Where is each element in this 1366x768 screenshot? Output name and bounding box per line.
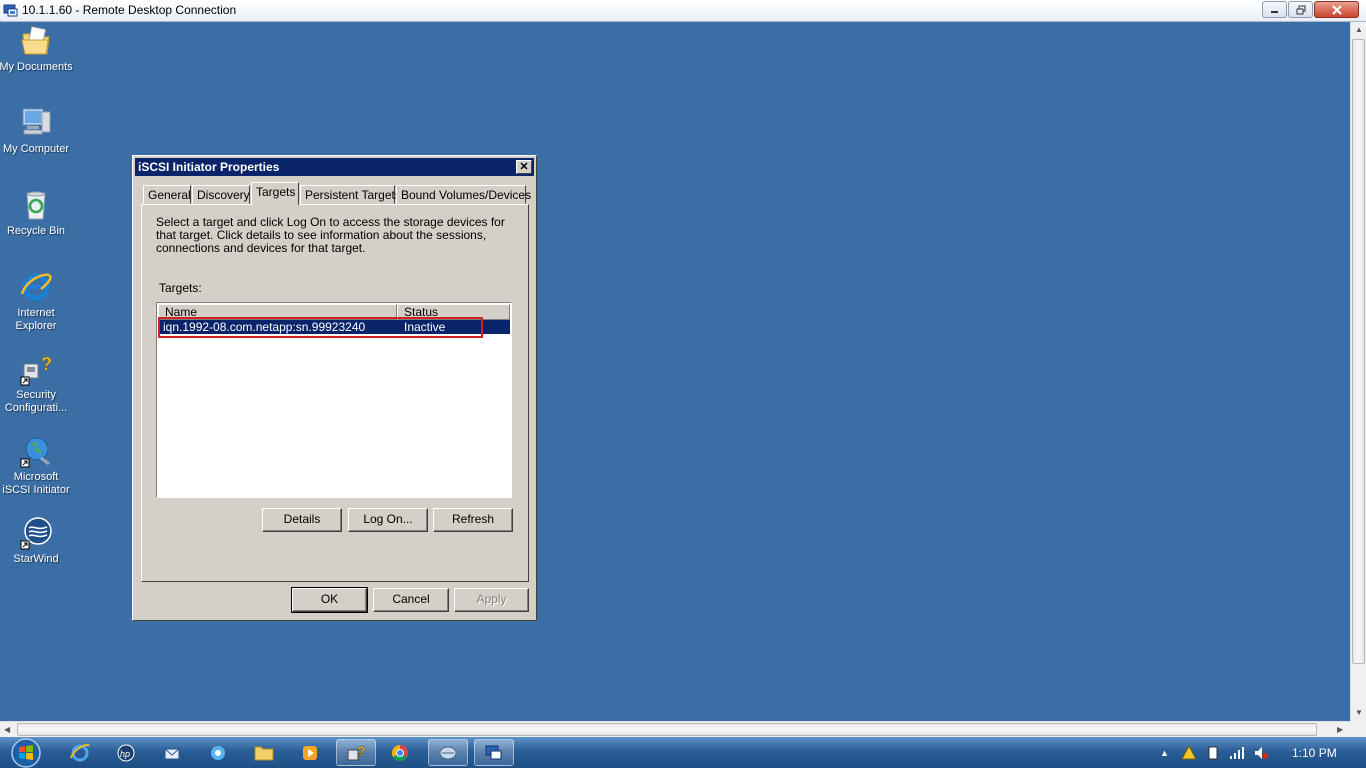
targets-label: Targets: — [159, 281, 202, 295]
internet-explorer-icon — [70, 743, 90, 761]
horizontal-scrollbar[interactable]: ◀ ▶ — [0, 721, 1350, 737]
desktop-icon-my-computer[interactable]: My Computer — [0, 106, 73, 156]
tab-discovery[interactable]: Discovery — [192, 185, 250, 204]
desktop-icon-security-configuration[interactable]: ? Security Configurati... — [0, 352, 73, 415]
vertical-scrollbar[interactable]: ▲ ▼ — [1350, 22, 1366, 721]
taskbar-media-player[interactable] — [290, 739, 330, 766]
tab-targets[interactable]: Targets — [251, 182, 299, 205]
system-tray: ▲ — [1160, 737, 1269, 768]
security-configuration-icon: ? — [20, 354, 52, 386]
vertical-scroll-thumb[interactable] — [1352, 39, 1365, 664]
desktop-icon-recycle-bin[interactable]: Recycle Bin — [0, 188, 73, 238]
apply-button: Apply — [454, 588, 529, 612]
desktop-icon-starwind[interactable]: StarWind — [0, 516, 73, 566]
recycle-bin-icon — [26, 191, 46, 220]
desktop-icon-label: My Documents — [0, 61, 73, 73]
volume-muted-icon[interactable] — [1253, 745, 1269, 761]
selection-highlight-annotation — [158, 317, 483, 338]
desktop-icon-label-line1: Microsoft — [13, 471, 59, 483]
folder-icon — [254, 746, 274, 760]
iscsi-initiator-icon — [439, 746, 457, 759]
remote-desktop-icon — [3, 4, 18, 17]
minimize-button[interactable] — [1262, 1, 1287, 18]
close-button[interactable] — [1314, 1, 1359, 18]
restore-icon — [1296, 5, 1305, 14]
taskbar-hp[interactable]: hp — [106, 739, 146, 766]
taskbar-iscsi-initiator[interactable] — [428, 739, 468, 766]
svg-text:hp: hp — [120, 749, 130, 759]
mail-icon — [164, 748, 180, 759]
details-button[interactable]: Details — [262, 508, 342, 532]
close-icon — [1331, 4, 1342, 15]
scroll-right-arrow-icon[interactable]: ▶ — [1337, 725, 1343, 734]
windows-start-icon[interactable] — [5, 737, 45, 768]
desktop-icon-my-documents[interactable]: My Documents — [0, 24, 73, 74]
cancel-button[interactable]: Cancel — [373, 588, 449, 612]
svg-text:?: ? — [41, 354, 52, 374]
rdp-title-bar[interactable]: 10.1.1.60 - Remote Desktop Connection — [0, 0, 1366, 22]
scroll-up-arrow-icon[interactable]: ▲ — [1355, 25, 1363, 34]
desktop-icon-label: Recycle Bin — [6, 225, 66, 237]
desktop-icon-label-line1: Security — [16, 389, 56, 401]
media-icon — [211, 745, 225, 760]
media-player-icon — [303, 745, 317, 760]
horizontal-scroll-thumb[interactable] — [17, 723, 1317, 736]
targets-description: Select a target and click Log On to acce… — [156, 215, 505, 255]
internet-explorer-icon — [20, 273, 52, 301]
minimize-icon — [1271, 11, 1278, 13]
scrollbar-corner — [1350, 721, 1366, 737]
desktop-icon-label-line2: Explorer — [15, 320, 57, 332]
refresh-button[interactable]: Refresh — [433, 508, 513, 532]
taskbar-remote-desktop[interactable] — [474, 739, 514, 766]
taskbar-media[interactable] — [198, 739, 238, 766]
taskbar: hp ? ▲ 1:10 PM — [0, 737, 1366, 768]
taskbar-internet-explorer[interactable] — [60, 739, 100, 766]
security-configuration-icon: ? — [347, 742, 366, 760]
usb-icon[interactable] — [1205, 745, 1221, 761]
starwind-icon — [20, 517, 52, 550]
desktop-icon-internet-explorer[interactable]: Internet Explorer — [0, 270, 73, 333]
globe-icon — [20, 437, 50, 468]
remote-desktop-icon — [485, 745, 502, 759]
ok-button[interactable]: OK — [291, 587, 368, 613]
folder-icon — [21, 26, 50, 55]
desktop-icon-label: My Computer — [2, 143, 70, 155]
taskbar-clock[interactable]: 1:10 PM — [1292, 746, 1337, 760]
chrome-icon — [391, 744, 408, 761]
taskbar-mail[interactable] — [152, 739, 192, 766]
dialog-title-bar[interactable]: iSCSI Initiator Properties ✕ — [135, 158, 534, 176]
tab-general[interactable]: General — [143, 185, 191, 204]
scroll-down-arrow-icon[interactable]: ▼ — [1355, 708, 1363, 717]
dialog-close-button[interactable]: ✕ — [516, 160, 532, 174]
show-hidden-icons-icon[interactable]: ▲ — [1160, 748, 1169, 758]
dialog-title: iSCSI Initiator Properties — [138, 160, 280, 174]
desktop-icon-microsoft-iscsi-initiator[interactable]: Microsoft iSCSI Initiator — [0, 434, 73, 497]
svg-text:?: ? — [357, 743, 366, 759]
network-signal-icon[interactable] — [1229, 745, 1245, 761]
scroll-left-arrow-icon[interactable]: ◀ — [4, 725, 10, 734]
hp-icon: hp — [117, 744, 135, 761]
tab-bound-volumes-devices[interactable]: Bound Volumes/Devices — [396, 185, 531, 204]
taskbar-security-configuration[interactable]: ? — [336, 739, 376, 766]
tab-persistent-targets[interactable]: Persistent Targets — [300, 185, 401, 204]
desktop-icon-label-line2: Configurati... — [4, 402, 68, 414]
computer-icon — [22, 108, 51, 135]
desktop-icon-label-line2: iSCSI Initiator — [2, 484, 70, 496]
action-center-icon[interactable] — [1181, 744, 1197, 761]
taskbar-explorer[interactable] — [244, 739, 284, 766]
restore-button[interactable] — [1288, 1, 1313, 18]
rdp-window-title: 10.1.1.60 - Remote Desktop Connection — [22, 3, 237, 17]
close-icon: ✕ — [519, 161, 529, 173]
taskbar-chrome[interactable] — [380, 739, 420, 766]
desktop-icon-label-line1: Internet — [17, 307, 55, 319]
desktop-icon-label: StarWind — [13, 553, 59, 565]
log-on-button[interactable]: Log On... — [348, 508, 428, 532]
